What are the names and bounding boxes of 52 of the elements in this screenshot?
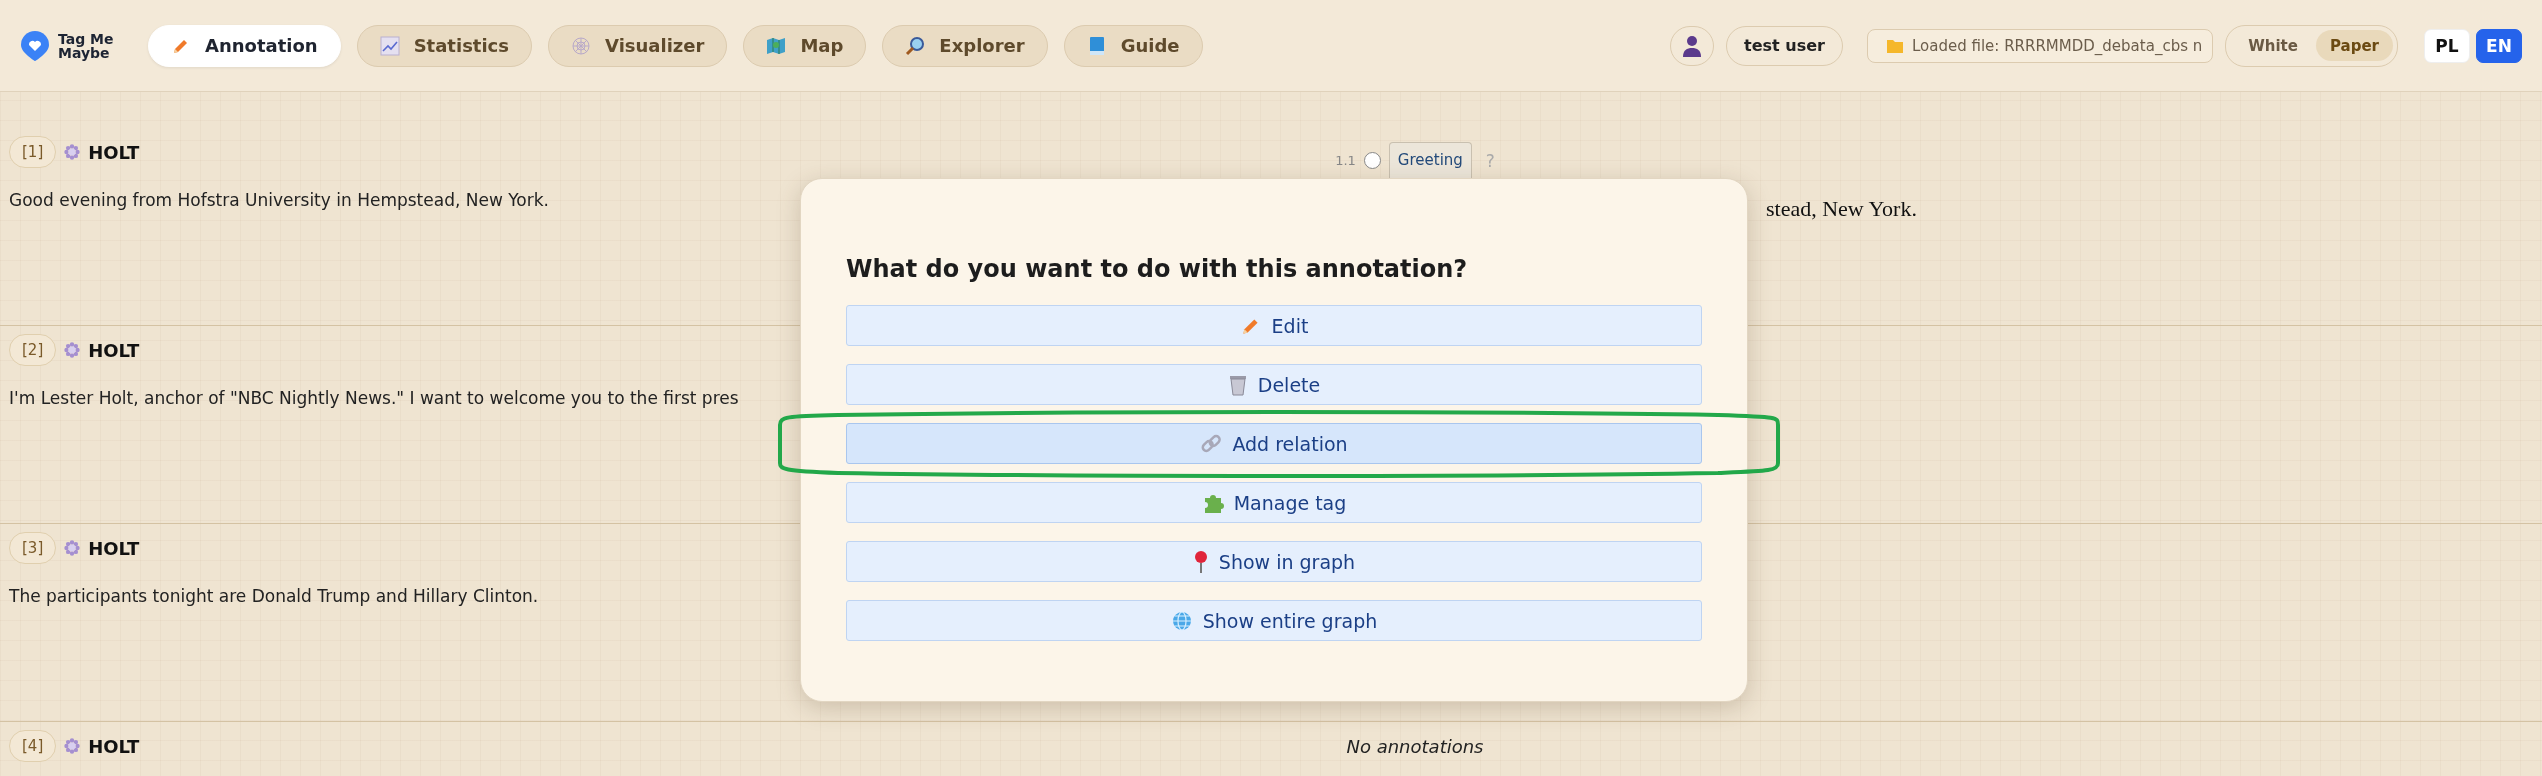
- action-button[interactable]: Edit: [846, 305, 1702, 346]
- app-name: Tag Me Maybe: [58, 31, 115, 60]
- avatar-button[interactable]: [1670, 25, 1715, 66]
- speaker-icon: [64, 342, 81, 358]
- language-button[interactable]: EN: [2476, 28, 2522, 63]
- link-icon: [1200, 432, 1223, 455]
- dialog-title: What do you want to do with this annotation?: [846, 255, 1469, 283]
- utterance-index: [2]: [9, 334, 57, 366]
- folder-icon: [1886, 37, 1904, 54]
- nav-tab[interactable]: Annotation: [148, 24, 341, 67]
- trash-icon: [1227, 373, 1248, 396]
- nav-tab[interactable]: Guide: [1063, 24, 1203, 67]
- theme-option[interactable]: Paper: [2315, 30, 2393, 61]
- logo-icon: [18, 28, 52, 63]
- language-button[interactable]: PL: [2424, 28, 2470, 63]
- action-button[interactable]: Show entire graph: [846, 600, 1702, 641]
- globe-icon: [1170, 609, 1193, 632]
- theme-option[interactable]: White: [2234, 30, 2312, 61]
- nav-tab[interactable]: Explorer: [882, 24, 1048, 67]
- annotation-tag[interactable]: Greeting: [1388, 142, 1472, 179]
- utterance-text: I'm Lester Holt, anchor of "NBC Nightly News." I want to welcome you to the first pres: [9, 388, 740, 408]
- web-icon: [571, 35, 591, 56]
- speaker-name: HOLT: [88, 735, 140, 757]
- speaker-name: HOLT: [88, 537, 140, 559]
- speaker-icon: [64, 738, 81, 754]
- utterance-text: Good evening from Hofstra University in Hempstead, New York.: [9, 190, 550, 210]
- annotation-radio[interactable]: [1363, 152, 1381, 169]
- annotation-number: 1.1: [1335, 153, 1356, 168]
- action-button[interactable]: Show in graph: [846, 541, 1702, 582]
- utterance-index: [3]: [9, 532, 57, 564]
- nav-tab[interactable]: Statistics: [356, 24, 532, 67]
- chart-icon: [379, 35, 400, 56]
- speaker-name: HOLT: [88, 339, 140, 361]
- speaker-name: HOLT: [88, 141, 140, 163]
- pin-icon: [1192, 549, 1209, 574]
- action-button[interactable]: Manage tag: [846, 482, 1702, 523]
- action-button[interactable]: Delete: [846, 364, 1702, 405]
- speaker-icon: [64, 540, 81, 556]
- loaded-file-label: Loaded file: RRRRMMDD_debata_cbs n: [1912, 36, 2203, 55]
- person-icon: [1682, 34, 1703, 57]
- magnifier-icon: [905, 35, 926, 56]
- map-icon: [766, 35, 787, 56]
- utterance-text: The participants tonight are Donald Trump and Hillary Clinton.: [9, 586, 540, 606]
- nav-tab[interactable]: Map: [743, 24, 867, 67]
- user-button[interactable]: test user: [1726, 25, 1843, 66]
- utterance-index: [4]: [9, 730, 57, 762]
- speaker-icon: [64, 144, 81, 160]
- translation-text: stead, New York.: [1766, 196, 1917, 221]
- action-button[interactable]: Add relation: [846, 423, 1702, 464]
- utterance-index: [1]: [9, 136, 57, 168]
- no-annotations-note: No annotations: [1346, 736, 1484, 757]
- nav-tab[interactable]: Visualizer: [548, 24, 728, 67]
